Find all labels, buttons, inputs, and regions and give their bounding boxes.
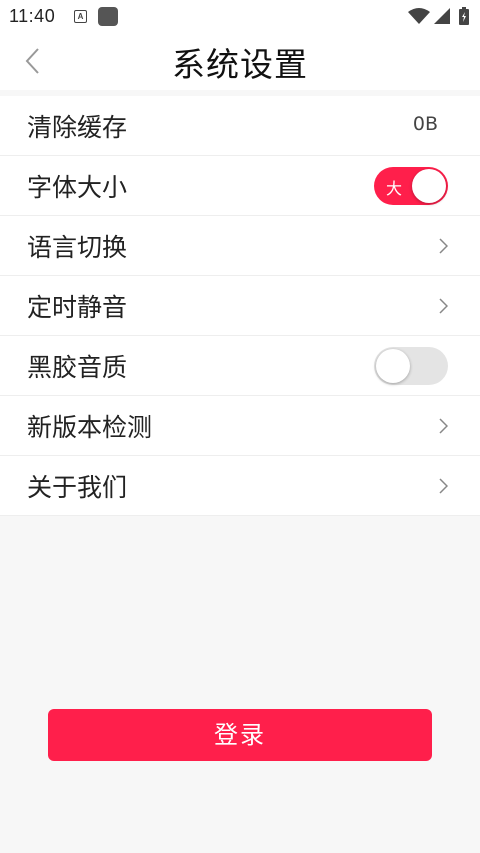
header: 系统设置 bbox=[0, 32, 480, 90]
page-title: 系统设置 bbox=[172, 45, 308, 84]
app-notification-icon bbox=[98, 7, 118, 26]
setting-label: 关于我们 bbox=[27, 473, 128, 502]
setting-label: 黑胶音质 bbox=[27, 353, 128, 382]
setting-label: 定时静音 bbox=[27, 293, 128, 322]
setting-label: 新版本检测 bbox=[27, 413, 153, 442]
settings-list: 清除缓存 0B 字体大小 大 语言切换 定时静音 黑胶音质 新版本检测 关于我们 bbox=[0, 96, 480, 516]
setting-timed-mute[interactable]: 定时静音 bbox=[0, 276, 480, 336]
chevron-right-icon bbox=[439, 478, 448, 494]
setting-clear-cache[interactable]: 清除缓存 0B bbox=[0, 96, 480, 156]
setting-version-check[interactable]: 新版本检测 bbox=[0, 396, 480, 456]
login-button[interactable]: 登录 bbox=[48, 709, 432, 761]
setting-label: 语言切换 bbox=[27, 233, 128, 262]
cache-size-value: 0B bbox=[412, 113, 438, 135]
setting-language[interactable]: 语言切换 bbox=[0, 216, 480, 276]
setting-label: 字体大小 bbox=[27, 173, 128, 202]
notification-icon: A bbox=[74, 10, 87, 23]
signal-icon bbox=[434, 8, 450, 24]
toggle-knob bbox=[412, 169, 446, 203]
chevron-right-icon bbox=[439, 238, 448, 254]
setting-about-us[interactable]: 关于我们 bbox=[0, 456, 480, 516]
battery-icon bbox=[459, 7, 469, 25]
status-bar: 11:40 A bbox=[0, 0, 480, 32]
font-size-toggle[interactable]: 大 bbox=[374, 167, 448, 205]
wifi-icon bbox=[408, 8, 430, 24]
status-time: 11:40 bbox=[9, 6, 56, 26]
setting-label: 清除缓存 bbox=[27, 113, 128, 142]
setting-vinyl-quality: 黑胶音质 bbox=[0, 336, 480, 396]
vinyl-quality-toggle[interactable] bbox=[374, 347, 448, 385]
setting-font-size: 字体大小 大 bbox=[0, 156, 480, 216]
toggle-knob bbox=[376, 349, 410, 383]
chevron-right-icon bbox=[439, 418, 448, 434]
chevron-right-icon bbox=[439, 298, 448, 314]
toggle-text: 大 bbox=[386, 179, 403, 198]
